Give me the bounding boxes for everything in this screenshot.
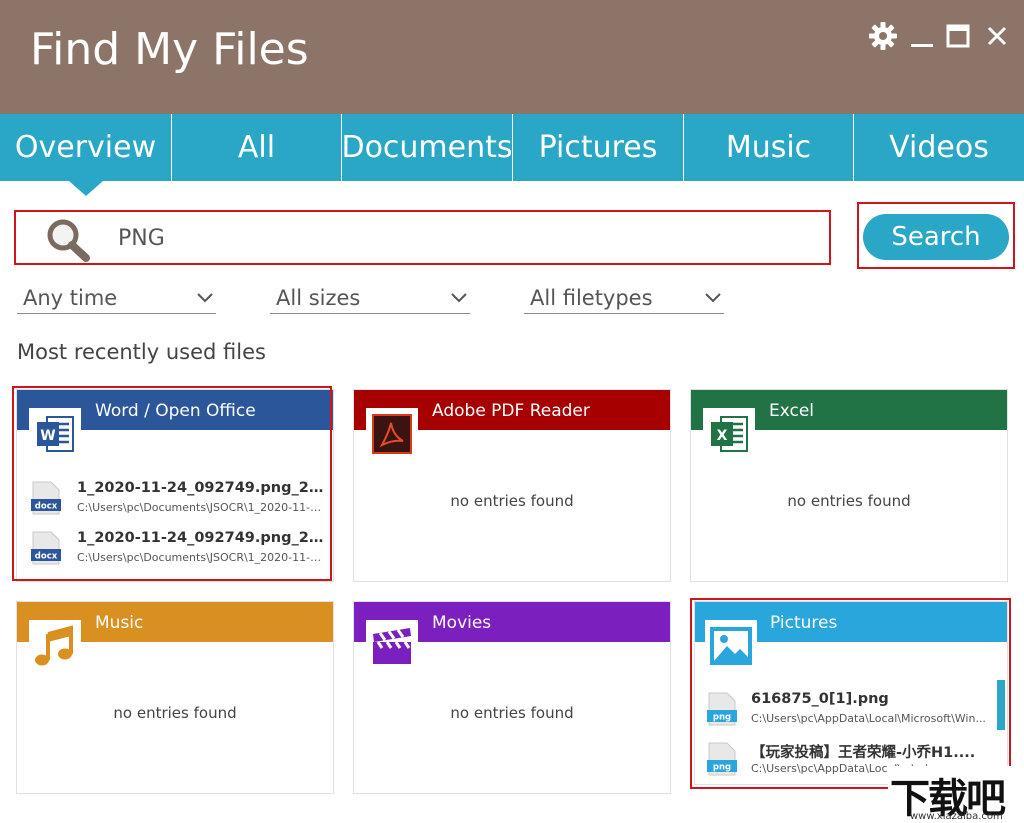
- file-name: 616875_0[1].png: [751, 691, 889, 707]
- excel-icon: X: [703, 408, 755, 460]
- watermark: 下载吧 www.xiazaiba.com: [888, 766, 1024, 823]
- card-title: Pictures: [770, 613, 838, 633]
- scrollbar-thumb[interactable]: [997, 680, 1005, 730]
- gear-icon[interactable]: [867, 20, 899, 52]
- svg-text:W: W: [40, 428, 55, 444]
- file-name: 1_2020-11-24_092749.png_2020...: [77, 480, 325, 496]
- card-excel: Excel X no entries found: [690, 389, 1008, 582]
- card-title: Adobe PDF Reader: [432, 401, 590, 421]
- tab-all[interactable]: All: [172, 114, 342, 181]
- search-icon: [46, 218, 92, 266]
- active-tab-indicator: [69, 181, 103, 196]
- search-button[interactable]: Search: [863, 214, 1009, 260]
- png-file-icon: png: [707, 692, 737, 726]
- svg-text:docx: docx: [35, 502, 58, 512]
- tab-bar: Overview All Documents Pictures Music Vi…: [0, 114, 1024, 181]
- empty-message: no entries found: [450, 492, 574, 510]
- docx-file-icon: docx: [31, 481, 61, 515]
- time-filter-value: Any time: [23, 285, 118, 310]
- size-filter-value: All sizes: [276, 285, 361, 310]
- tab-music[interactable]: Music: [684, 114, 854, 181]
- size-filter-dropdown[interactable]: All sizes: [270, 282, 470, 314]
- card-pdf: Adobe PDF Reader no entries found: [353, 389, 671, 582]
- maximize-icon[interactable]: [942, 20, 974, 52]
- watermark-url: www.xiazaiba.com: [910, 811, 1003, 822]
- svg-text:png: png: [713, 763, 731, 773]
- card-title: Word / Open Office: [95, 401, 256, 421]
- svg-text:docx: docx: [35, 552, 58, 562]
- file-item[interactable]: docx 1_2020-11-24_092749.png_2020... C:\…: [31, 529, 326, 569]
- pdf-icon: [366, 408, 418, 460]
- title-bar: Find My Files: [0, 0, 1024, 114]
- filetype-filter-value: All filetypes: [530, 285, 653, 310]
- filetype-filter-dropdown[interactable]: All filetypes: [524, 282, 724, 314]
- file-item[interactable]: docx 1_2020-11-24_092749.png_2020... C:\…: [31, 479, 326, 519]
- clapperboard-icon: [366, 620, 418, 672]
- time-filter-dropdown[interactable]: Any time: [17, 282, 216, 314]
- tab-documents[interactable]: Documents: [341, 114, 513, 181]
- file-name: 1_2020-11-24_092749.png_2020...: [77, 530, 325, 546]
- file-path: C:\Users\pc\Documents\JSOCR\1_2020-11-24…: [77, 551, 325, 564]
- music-note-icon: [29, 620, 81, 672]
- card-pictures: Pictures png 616875_0[1].png C:\Users\pc…: [694, 601, 1008, 785]
- minimize-icon[interactable]: [906, 20, 938, 52]
- png-file-icon: png: [707, 742, 737, 776]
- svg-text:X: X: [717, 428, 728, 444]
- card-word: Word / Open Office W docx 1_2020-11-24_0…: [16, 389, 334, 582]
- card-music: Music no entries found: [16, 601, 334, 794]
- tab-videos[interactable]: Videos: [854, 114, 1024, 181]
- app-title: Find My Files: [30, 24, 309, 75]
- card-movies: Movies no entries found: [353, 601, 671, 794]
- tab-pictures[interactable]: Pictures: [513, 114, 684, 181]
- file-name: 【玩家投稿】王者荣耀-小乔H1....: [751, 745, 976, 761]
- tab-overview[interactable]: Overview: [0, 114, 172, 181]
- card-title: Movies: [432, 613, 492, 633]
- picture-icon: [705, 620, 757, 672]
- search-box: [14, 210, 831, 265]
- empty-message: no entries found: [113, 704, 237, 722]
- svg-text:png: png: [713, 713, 731, 723]
- card-title: Excel: [769, 401, 815, 421]
- file-path: C:\Users\pc\AppData\Local\Microsoft\Win.…: [751, 712, 986, 725]
- chevron-down-icon: [705, 292, 721, 302]
- word-icon: W: [29, 408, 81, 460]
- docx-file-icon: docx: [31, 531, 61, 565]
- close-icon[interactable]: [981, 20, 1013, 52]
- card-title: Music: [95, 613, 144, 633]
- chevron-down-icon: [197, 292, 213, 302]
- empty-message: no entries found: [450, 704, 574, 722]
- search-button-frame: Search: [857, 202, 1015, 269]
- file-item[interactable]: png 616875_0[1].png C:\Users\pc\AppData\…: [707, 690, 992, 730]
- section-title: Most recently used files: [17, 340, 266, 364]
- search-input[interactable]: [118, 222, 808, 254]
- empty-message: no entries found: [787, 492, 911, 510]
- chevron-down-icon: [451, 292, 467, 302]
- file-path: C:\Users\pc\Documents\JSOCR\1_2020-11-24…: [77, 501, 325, 514]
